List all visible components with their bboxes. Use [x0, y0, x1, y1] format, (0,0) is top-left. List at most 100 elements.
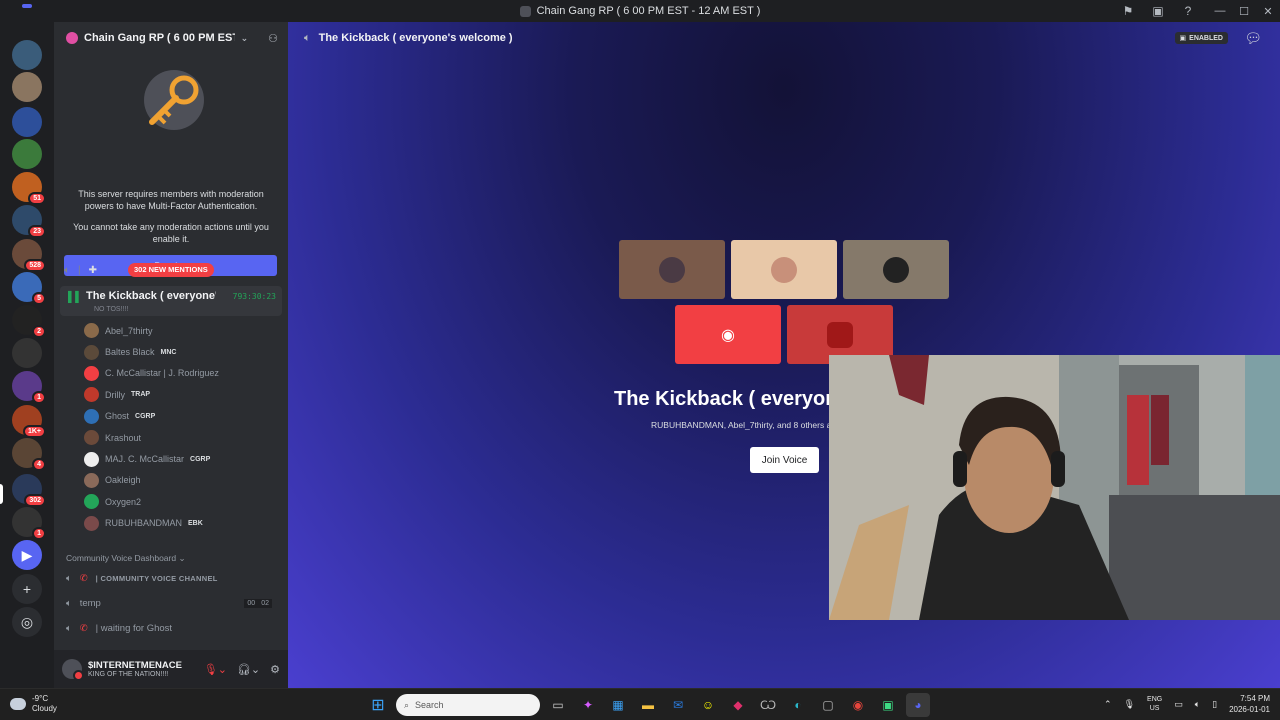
server-icon[interactable]: 23 — [12, 205, 46, 238]
invite-icon[interactable]: ⚇ — [268, 32, 278, 45]
discord-logo-icon: ◉ — [721, 326, 735, 344]
voice-member[interactable]: Drilly TRAP — [84, 384, 282, 405]
chat-icon[interactable]: 💬︎ — [1244, 30, 1262, 47]
mention-badge: 302 — [24, 494, 46, 507]
voice-member[interactable]: Baltes Black MNC — [84, 341, 282, 362]
participant-tile[interactable] — [619, 240, 725, 299]
server-icon[interactable]: 528 — [12, 239, 46, 272]
minimize-button[interactable]: — — [1208, 5, 1232, 17]
channel-temp[interactable]: 🔈︎ temp 00 02 — [66, 594, 278, 612]
copilot-icon[interactable]: ✦ — [576, 693, 600, 717]
search-input[interactable]: ⌕ Search — [396, 694, 540, 716]
voice-member[interactable]: Ghost CGRP — [84, 406, 282, 427]
weather-widget[interactable]: -9°C Cloudy — [10, 694, 57, 714]
avatar — [883, 256, 909, 283]
channel-waiting-for-ghost[interactable]: 🔈︎ ✆ | waiting for Ghost — [66, 619, 278, 637]
member-name: Oakleigh — [105, 475, 141, 486]
volume-icon[interactable]: 🔈︎ — [1195, 699, 1200, 710]
voice-member[interactable]: C. McCallistar | J. Rodriguez — [84, 363, 282, 384]
inbox-icon[interactable]: ▣ — [1150, 3, 1166, 19]
member-tag: MNC — [160, 348, 177, 356]
category-header[interactable]: Community Voice Dashboard ⌄ — [66, 553, 186, 564]
file-explorer-icon[interactable]: ▬ — [636, 693, 660, 717]
participant-tile[interactable]: ◉ — [675, 305, 781, 364]
participant-tile[interactable] — [731, 240, 837, 299]
search-icon: ⌕ — [404, 699, 410, 710]
voice-member-list: Abel_7thirty Baltes Black MNC C. McCallista… — [84, 320, 282, 534]
task-view-icon[interactable]: ▭ — [546, 693, 570, 717]
clock[interactable]: 7:54 PM 2026-01-01 — [1229, 693, 1270, 715]
temperature: -9°C — [32, 694, 49, 703]
headphones-icon[interactable]: 🎧︎⌄ — [237, 663, 260, 676]
server-header[interactable]: Chain Gang RP ( 6 00 PM EST... ⌄ ⚇ — [54, 22, 288, 54]
chevron-up-icon[interactable]: ⌃ — [1104, 699, 1112, 710]
avatar — [827, 321, 853, 348]
help-icon[interactable]: ? — [1180, 3, 1196, 19]
snapchat-icon[interactable]: ☺ — [696, 693, 720, 717]
server-icon[interactable]: 2 — [12, 305, 46, 338]
server-icon[interactable]: 5 — [12, 272, 46, 305]
app-icon[interactable]: ▢ — [816, 693, 840, 717]
store-icon[interactable]: ▦ — [606, 693, 630, 717]
close-button[interactable]: ✕ — [1256, 5, 1280, 18]
voice-member[interactable]: Oxygen2 — [84, 491, 282, 512]
network-icon[interactable]: ▭ — [1174, 699, 1183, 710]
avatar[interactable] — [62, 659, 84, 681]
android-icon[interactable]: ▣ — [876, 693, 900, 717]
flag-icon[interactable]: ⚑ — [1120, 3, 1136, 19]
app-icon[interactable]: Ѡ — [756, 693, 780, 717]
voice-channel-kickback[interactable]: ▌▌ The Kickback ( everyone's ... 793:30:… — [60, 286, 282, 316]
voice-member[interactable]: RUBUHBANDMAN EBK — [84, 513, 282, 534]
app-icon[interactable]: ◆ — [726, 693, 750, 717]
channel-name: temp — [79, 597, 101, 609]
gear-icon[interactable]: ⚙ — [270, 663, 280, 676]
avatar — [84, 430, 99, 446]
chrome-icon[interactable]: ◉ — [846, 693, 870, 717]
discover-icon[interactable]: ◎ — [12, 607, 42, 637]
server-icon[interactable] — [12, 72, 42, 102]
server-icon-chain-gang[interactable]: 302 — [12, 474, 46, 507]
member-tag: CGRP — [190, 455, 211, 463]
language-indicator[interactable]: ENG US — [1147, 695, 1162, 713]
new-mentions-pill[interactable]: 302 NEW MENTIONS — [128, 263, 214, 277]
mic-icon[interactable]: 🎙︎ — [1124, 699, 1135, 710]
voice-member[interactable]: Krashout — [84, 427, 282, 448]
user-limit-badge: 00 02 — [244, 598, 272, 608]
video-icon[interactable]: ▶ — [12, 540, 42, 570]
mic-muted-icon[interactable]: 🎙︎⌄ — [204, 663, 227, 676]
channel-toolbar: 🔈︎ | ✚ — [64, 262, 97, 278]
enabled-badge[interactable]: ▣ ENABLED — [1174, 32, 1228, 44]
avatar — [84, 472, 99, 488]
voice-member[interactable]: MAJ. C. McCallistar CGRP — [84, 448, 282, 469]
join-voice-button[interactable]: Join Voice — [750, 447, 819, 473]
server-icon[interactable] — [12, 107, 42, 137]
server-icon[interactable]: 1 — [12, 507, 46, 540]
server-icon[interactable]: 4 — [12, 438, 46, 471]
speaker-icon: 🔈︎ — [66, 572, 72, 584]
server-icon[interactable] — [12, 40, 42, 70]
voice-member[interactable]: Oakleigh — [84, 470, 282, 491]
server-icon[interactable] — [12, 338, 42, 368]
outlook-icon[interactable]: ✉ — [666, 693, 690, 717]
server-icon[interactable]: 51 — [12, 172, 46, 205]
battery-icon[interactable]: ▯ — [1212, 699, 1217, 710]
divider: | — [78, 264, 81, 276]
discord-icon[interactable]: ◕ — [906, 693, 930, 717]
participant-tile[interactable] — [843, 240, 949, 299]
maximize-button[interactable]: ☐ — [1232, 5, 1256, 18]
server-icon[interactable]: 1 — [12, 371, 46, 404]
server-icon[interactable] — [12, 139, 42, 169]
voice-member[interactable]: Abel_7thirty — [84, 320, 282, 341]
add-server-icon[interactable]: + — [12, 574, 42, 604]
avatar — [84, 323, 99, 339]
member-name: Oxygen2 — [105, 496, 142, 507]
mention-badge: 23 — [28, 225, 46, 238]
add-icon[interactable]: ✚ — [89, 265, 97, 276]
start-icon[interactable]: ⊞ — [366, 693, 390, 717]
edge-icon[interactable]: ◐ — [786, 693, 810, 717]
server-icon[interactable]: 1K+ — [12, 405, 46, 438]
channel-community-voice[interactable]: 🔈︎ ✆ | COMMUNITY VOICE CHANNEL — [66, 569, 278, 587]
user-status: KING OF THE NATION!!!! — [88, 671, 169, 678]
member-name: RUBUHBANDMAN — [105, 518, 183, 529]
window-title: Chain Gang RP ( 6 00 PM EST - 12 AM EST … — [536, 5, 761, 17]
